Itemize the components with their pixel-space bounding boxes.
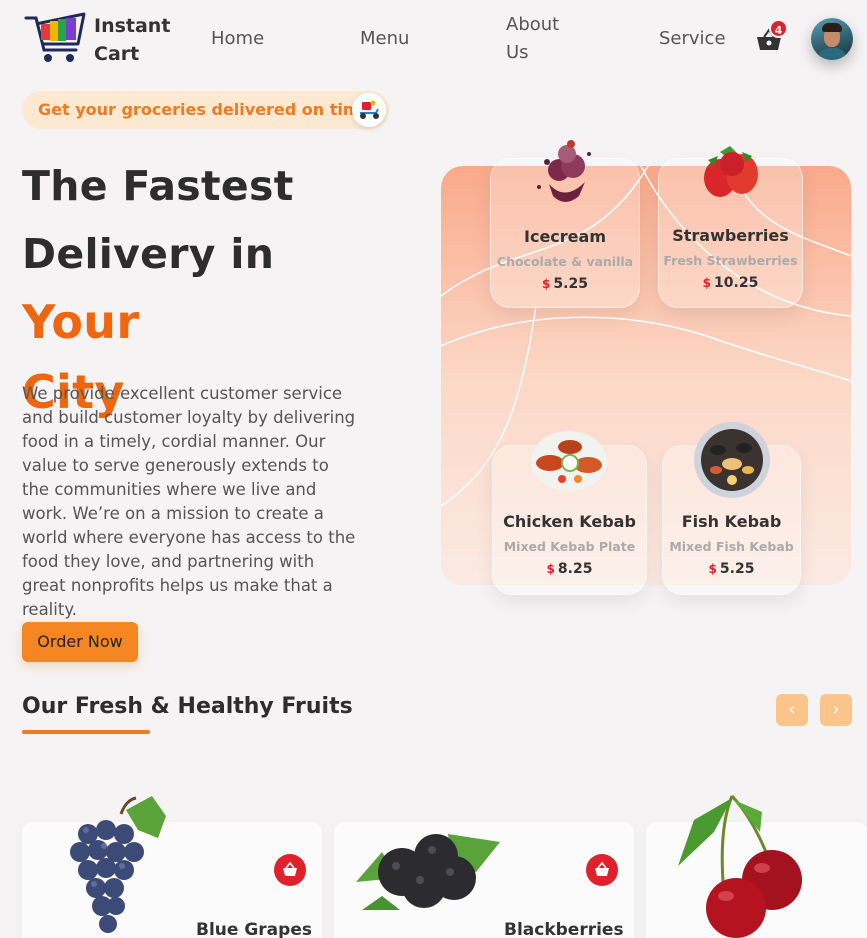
hero-title-line2: Delivery in Your	[22, 230, 275, 349]
strawberries-image	[704, 146, 758, 197]
nav-about-us[interactable]: About Us	[506, 11, 559, 67]
add-to-basket-button[interactable]	[274, 854, 306, 886]
basket-icon	[283, 861, 297, 876]
carousel-next-button[interactable]: ›	[820, 694, 852, 726]
nav-about-line1: About	[506, 14, 560, 35]
card-price: $8.25	[546, 561, 593, 577]
nav-about-line2: Us	[506, 42, 529, 63]
carousel-prev-button[interactable]: ‹	[776, 694, 808, 726]
order-now-button[interactable]: Order Now	[22, 622, 138, 662]
hero-title-line1: The Fastest	[22, 162, 294, 210]
card-name: Fish Kebab	[681, 512, 782, 531]
icecream-image	[537, 140, 591, 202]
fish-kebab-image	[694, 422, 770, 498]
basket-icon	[595, 861, 609, 876]
delivery-scooter-icon	[352, 93, 386, 127]
fruit-name: Blackberries	[504, 920, 624, 938]
blackberries-image	[356, 834, 500, 910]
fruit-name: Blue Grapes	[196, 920, 312, 938]
section-title: Our Fresh & Healthy Fruits	[22, 694, 353, 719]
cherries-image	[678, 794, 802, 938]
nav-menu[interactable]: Menu	[360, 25, 409, 53]
section-underline	[22, 730, 150, 734]
card-subtitle: Chocolate & vanilla	[496, 254, 634, 269]
chicken-kebab-image	[531, 431, 607, 491]
blue-grapes-image	[70, 796, 166, 933]
page: Instant Cart Home Menu About Us Service …	[0, 0, 867, 938]
nav-service[interactable]: Service	[659, 25, 726, 53]
card-price: $10.25	[702, 275, 759, 291]
card-subtitle: Mixed Kebab Plate	[503, 539, 636, 554]
tagline-pill: Get your groceries delivered on time	[22, 91, 389, 129]
user-avatar[interactable]	[811, 18, 853, 60]
brand-name[interactable]: Instant Cart	[94, 12, 170, 68]
card-name: Strawberries	[672, 226, 789, 245]
card-price: $5.25	[708, 561, 755, 577]
card-subtitle: Mixed Fish Kebab	[669, 539, 794, 554]
tagline-text: Get your groceries delivered on time	[38, 100, 371, 119]
hero-title-accent1: Your	[22, 295, 140, 349]
hero-description: We provide excellent customer service an…	[22, 384, 356, 619]
cart-count-badge: 4	[769, 19, 788, 38]
card-subtitle: Fresh Strawberries	[663, 253, 798, 268]
brand-line2: Cart	[94, 43, 140, 65]
brand-line1: Instant	[94, 15, 171, 37]
add-to-basket-button[interactable]	[586, 854, 618, 886]
cart-logo-icon[interactable]	[24, 10, 88, 68]
card-price: $5.25	[542, 276, 588, 292]
nav-home[interactable]: Home	[211, 25, 264, 53]
card-name: Chicken Kebab	[503, 512, 636, 531]
card-name: Icecream	[524, 227, 606, 246]
